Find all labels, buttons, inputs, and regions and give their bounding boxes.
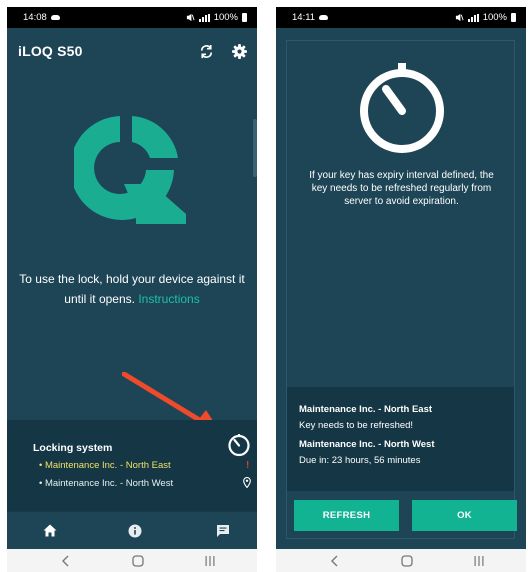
battery-percent: 100% xyxy=(213,12,238,23)
refresh-button[interactable]: REFRESH xyxy=(294,500,399,531)
app-header: iLOQ S50 xyxy=(7,28,257,74)
bottom-navigation xyxy=(7,511,257,549)
signal-icon xyxy=(198,13,210,22)
recent-apps-icon[interactable] xyxy=(473,555,485,567)
status-bar: 14:11 100% xyxy=(276,7,526,28)
key-name-north-east: Maintenance Inc. - North East xyxy=(299,404,433,415)
signal-icon xyxy=(467,13,479,22)
iloq-logo xyxy=(74,116,186,224)
cloud-icon xyxy=(319,15,329,20)
info-icon[interactable] xyxy=(128,524,142,538)
instructions-text: To use the lock, hold your device agains… xyxy=(15,269,249,309)
locking-system-panel: Locking system • Maintenance Inc. - Nort… xyxy=(7,420,257,511)
location-pin-icon xyxy=(243,477,251,488)
lock-item-north-east[interactable]: • Maintenance Inc. - North East xyxy=(39,460,171,471)
home-button-icon[interactable] xyxy=(132,555,144,567)
back-icon[interactable] xyxy=(330,555,340,567)
stopwatch-icon[interactable] xyxy=(227,433,251,457)
status-time: 14:08 xyxy=(23,12,47,23)
key-expiry-dialog: If your key has expiry interval defined,… xyxy=(286,40,517,539)
status-bar: 14:08 100% xyxy=(7,7,257,28)
phone-screen-home: 14:08 100% iLOQ S50 To use the lock, hol… xyxy=(7,7,257,572)
battery-percent: 100% xyxy=(482,12,507,23)
system-navigation-bar xyxy=(276,549,526,572)
battery-icon xyxy=(242,13,247,22)
key-name-north-west: Maintenance Inc. - North West xyxy=(299,439,435,450)
dialog-actions: REFRESH OK xyxy=(287,491,517,538)
recent-apps-icon[interactable] xyxy=(204,555,216,567)
key-status-north-east: Key needs to be refreshed! xyxy=(299,420,414,431)
instructions-link[interactable]: Instructions xyxy=(138,292,199,306)
mute-icon xyxy=(186,13,195,22)
back-icon[interactable] xyxy=(61,555,71,567)
scrollbar[interactable] xyxy=(253,119,257,177)
key-status-list: Maintenance Inc. - North East Key needs … xyxy=(287,387,514,491)
sync-icon[interactable] xyxy=(199,44,214,59)
stopwatch-icon xyxy=(360,63,444,153)
home-button-icon[interactable] xyxy=(401,555,413,567)
ok-button[interactable]: OK xyxy=(412,500,517,531)
app-title: iLOQ S50 xyxy=(18,43,83,59)
key-status-north-west: Due in: 23 hours, 56 minutes xyxy=(299,455,421,466)
lock-item-north-west[interactable]: • Maintenance Inc. - North West xyxy=(39,478,173,489)
expiry-message: If your key has expiry interval defined,… xyxy=(309,170,494,207)
mute-icon xyxy=(455,13,464,22)
battery-icon xyxy=(511,13,516,22)
system-navigation-bar xyxy=(7,549,257,572)
instructions-message: To use the lock, hold your device agains… xyxy=(19,272,245,306)
chat-icon[interactable] xyxy=(216,524,230,538)
home-icon[interactable] xyxy=(43,524,57,537)
gear-icon[interactable] xyxy=(232,43,247,59)
attention-indicator: ! xyxy=(246,460,250,471)
status-time: 14:11 xyxy=(292,12,316,23)
cloud-icon xyxy=(50,15,60,20)
phone-screen-key-refresh-dialog: 14:11 100% If your key has expiry interv… xyxy=(276,7,526,572)
locking-system-title: Locking system xyxy=(33,442,113,454)
